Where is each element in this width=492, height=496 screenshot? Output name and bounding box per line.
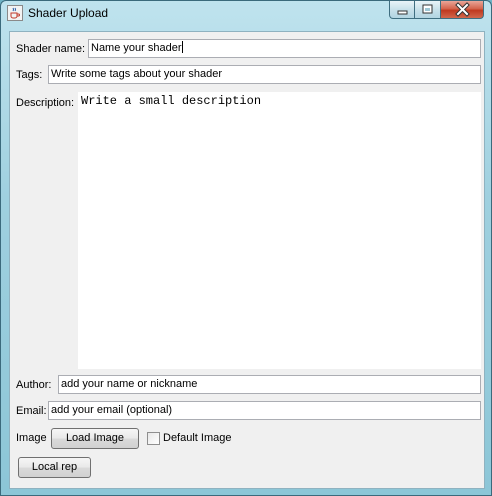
maximize-button[interactable] bbox=[415, 1, 441, 19]
minimize-icon bbox=[397, 10, 408, 15]
text-cursor bbox=[181, 41, 183, 53]
description-textarea[interactable]: Write a small description bbox=[78, 92, 481, 369]
close-button[interactable] bbox=[441, 1, 484, 19]
shader-name-label: Shader name: bbox=[16, 43, 86, 55]
email-field[interactable]: add your email (optional) bbox=[48, 401, 481, 420]
window-controls bbox=[389, 1, 484, 19]
title-bar[interactable]: Shader Upload bbox=[1, 1, 491, 27]
shader-name-field[interactable]: Name your shader bbox=[88, 39, 481, 58]
app-window: Shader Upload Shader name: Name your sha… bbox=[0, 0, 492, 496]
tags-field[interactable]: Write some tags about your shader bbox=[48, 65, 481, 84]
default-image-label: Default Image bbox=[163, 432, 232, 444]
close-icon bbox=[455, 2, 470, 17]
minimize-button[interactable] bbox=[389, 1, 415, 19]
load-image-button[interactable]: Load Image bbox=[51, 428, 139, 449]
default-image-checkbox[interactable] bbox=[147, 432, 160, 445]
author-label: Author: bbox=[16, 379, 52, 391]
author-field[interactable]: add your name or nickname bbox=[58, 375, 481, 394]
window-title: Shader Upload bbox=[28, 6, 109, 20]
description-label: Description: bbox=[16, 97, 75, 109]
maximize-icon bbox=[422, 4, 433, 14]
local-rep-button[interactable]: Local rep bbox=[18, 457, 91, 478]
shader-name-value: Name your shader bbox=[91, 42, 182, 54]
image-label: Image bbox=[16, 432, 47, 444]
email-label: Email: bbox=[16, 405, 47, 417]
tags-label: Tags: bbox=[16, 69, 43, 81]
java-cup-icon[interactable] bbox=[7, 5, 23, 21]
form-panel: Shader name: Name your shader Tags: Writ… bbox=[9, 31, 485, 489]
